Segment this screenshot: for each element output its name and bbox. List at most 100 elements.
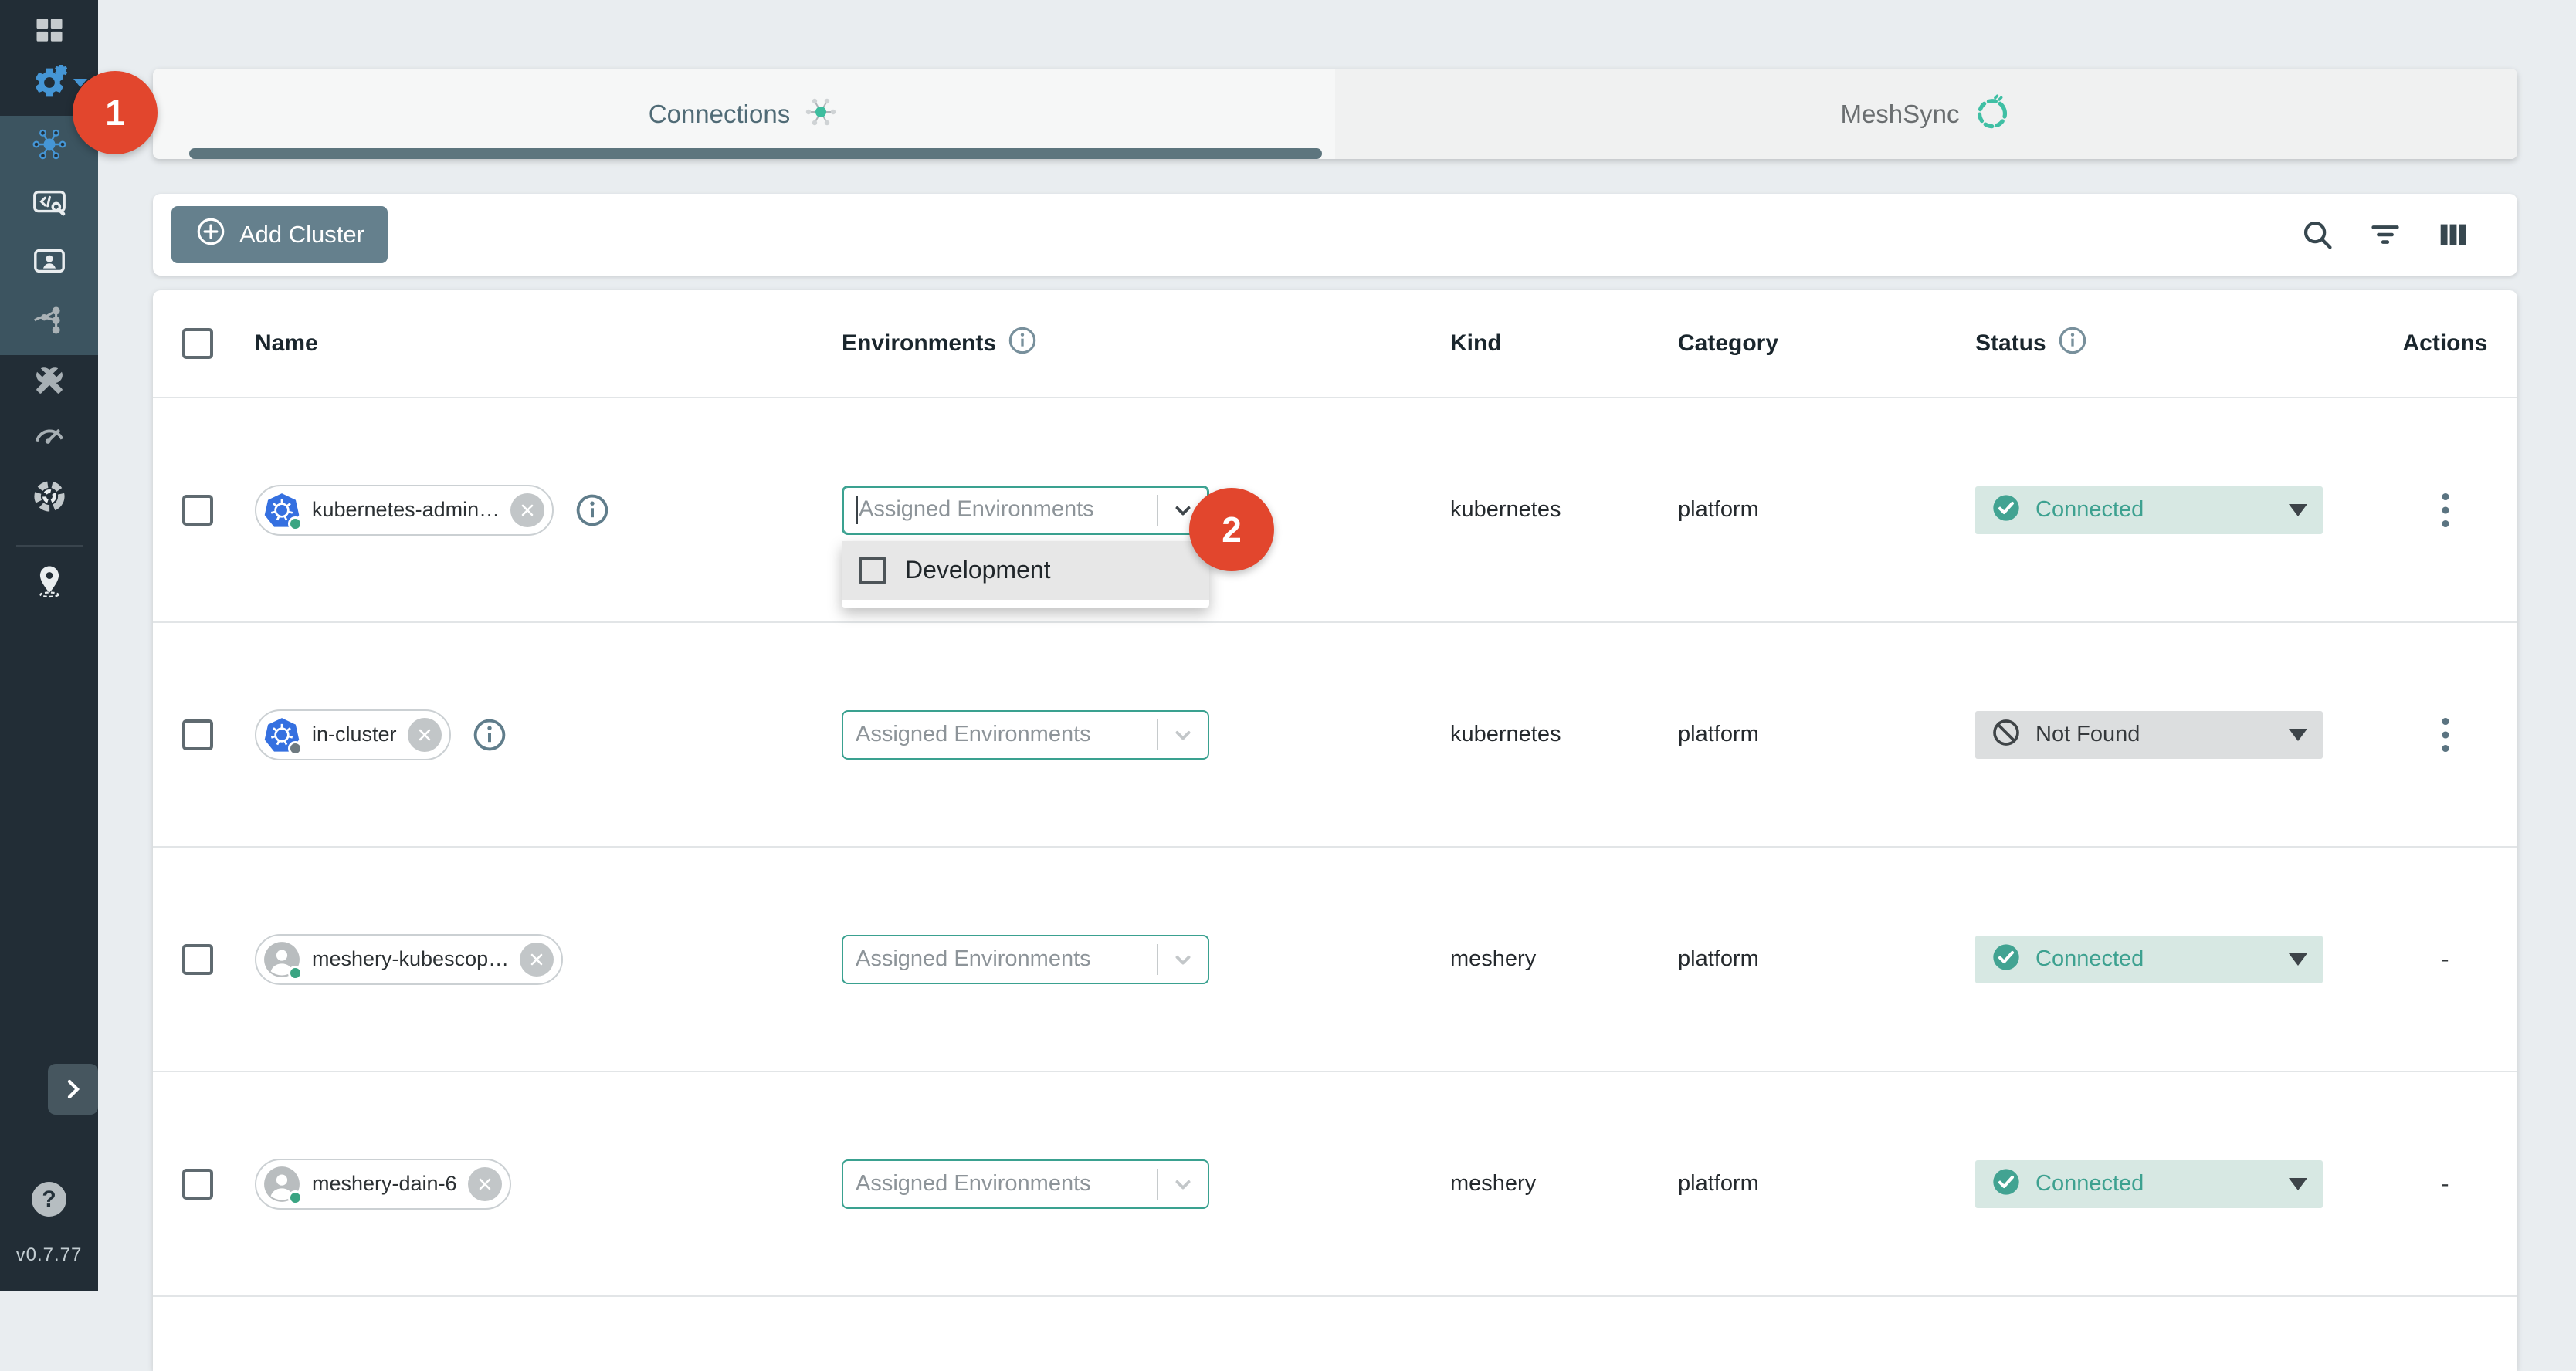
connection-chip[interactable]: meshery-dain-6	[255, 1159, 511, 1210]
check-circle-icon	[1991, 1166, 2022, 1201]
dropdown-option-development[interactable]: Development	[842, 541, 1209, 600]
status-label: Connected	[2035, 946, 2275, 972]
step-badge-1: 1	[73, 71, 158, 154]
sidebar: ? v0.7.77	[0, 0, 98, 1291]
environments-placeholder: Assigned Environments	[859, 496, 1094, 521]
kubernetes-icon	[263, 491, 301, 530]
toolbar-tools	[2298, 215, 2473, 254]
status-badge[interactable]: Connected	[1975, 486, 2323, 534]
option-checkbox[interactable]	[859, 557, 886, 584]
no-actions-dash: -	[2442, 1171, 2449, 1197]
row-actions-menu-icon[interactable]	[2428, 712, 2463, 758]
row-checkbox[interactable]	[182, 719, 213, 750]
step-badge-2: 2	[1189, 488, 1274, 571]
connection-chip[interactable]: meshery-kubescop…	[255, 934, 563, 985]
table-row: in-cluster Assigned Environments	[153, 623, 2517, 848]
select-all-checkbox[interactable]	[182, 328, 213, 359]
caret-down-icon	[2289, 1178, 2307, 1190]
select-divider	[1157, 719, 1158, 750]
connection-name: meshery-kubescop…	[312, 947, 509, 971]
plus-circle-icon	[195, 215, 227, 254]
status-header-label: Status	[1975, 330, 2046, 357]
chevron-down-icon[interactable]	[1169, 1170, 1197, 1198]
sidebar-item-extensions[interactable]	[0, 479, 98, 514]
category-cell: platform	[1678, 1171, 1975, 1197]
status-badge[interactable]: Not Found	[1975, 711, 2323, 759]
sidebar-item-service-mesh[interactable]	[0, 303, 98, 338]
sidebar-expand-button[interactable]	[48, 1064, 98, 1115]
environments-select[interactable]: Assigned Environments	[842, 935, 1209, 984]
tab-meshsync-label: MeshSync	[1840, 100, 1959, 129]
check-circle-icon	[1991, 942, 2022, 977]
not-found-icon	[1991, 717, 2022, 752]
sidebar-item-performance[interactable]	[0, 417, 98, 452]
kind-cell: kubernetes	[1450, 497, 1678, 523]
category-cell: platform	[1678, 946, 1975, 972]
environments-select[interactable]: Assigned Environments	[842, 486, 1209, 535]
tab-meshsync[interactable]: MeshSync	[1335, 69, 2517, 159]
column-header-actions[interactable]: Actions	[2373, 330, 2517, 357]
environments-select[interactable]: Assigned Environments	[842, 1159, 1209, 1209]
sidebar-item-adapters[interactable]	[0, 185, 98, 221]
row-actions-menu-icon[interactable]	[2428, 487, 2463, 533]
close-icon[interactable]	[510, 493, 544, 527]
view-columns-icon[interactable]	[2434, 215, 2473, 254]
chevron-down-icon[interactable]	[1169, 721, 1197, 749]
info-icon[interactable]	[471, 716, 508, 753]
tab-bar: Connections MeshSync	[153, 69, 2517, 159]
info-icon[interactable]	[2057, 325, 2088, 362]
sidebar-item-configuration[interactable]	[0, 363, 98, 398]
connected-dot	[288, 1190, 303, 1205]
status-badge[interactable]: Connected	[1975, 1160, 2323, 1208]
help-button[interactable]: ?	[32, 1182, 66, 1217]
status-badge[interactable]: Connected	[1975, 936, 2323, 983]
tab-connections-label: Connections	[649, 100, 790, 129]
no-actions-dash: -	[2442, 946, 2449, 973]
column-header-status[interactable]: Status	[1975, 325, 2373, 362]
table-row: meshery-dain-6 Assigned Environments mes…	[153, 1072, 2517, 1297]
row-checkbox[interactable]	[182, 495, 213, 526]
disconnected-dot	[288, 741, 303, 756]
caret-down-icon	[2289, 504, 2307, 516]
sidebar-item-profiles[interactable]	[0, 244, 98, 279]
active-tab-indicator	[189, 148, 1322, 159]
status-label: Connected	[2035, 497, 2275, 523]
row-checkbox[interactable]	[182, 1169, 213, 1200]
connection-chip[interactable]: in-cluster	[255, 709, 451, 760]
table-toolbar: Add Cluster	[153, 194, 2517, 276]
close-icon[interactable]	[468, 1167, 502, 1201]
category-cell: platform	[1678, 722, 1975, 747]
chevron-down-icon[interactable]	[1169, 946, 1197, 973]
avatar-icon	[263, 1165, 301, 1203]
info-icon[interactable]	[574, 492, 611, 529]
caret-down-icon	[2289, 953, 2307, 966]
info-icon[interactable]	[1007, 325, 1038, 362]
close-icon[interactable]	[520, 943, 554, 977]
sidebar-divider	[16, 545, 83, 547]
select-divider	[1157, 944, 1158, 975]
search-icon[interactable]	[2298, 215, 2337, 254]
environments-placeholder: Assigned Environments	[856, 946, 1091, 971]
tab-connections[interactable]: Connections	[153, 69, 1335, 159]
column-header-category[interactable]: Category	[1678, 330, 1975, 357]
filter-icon[interactable]	[2366, 215, 2405, 254]
column-header-name[interactable]: Name	[255, 330, 842, 357]
status-label: Connected	[2035, 1171, 2275, 1197]
connection-chip[interactable]: kubernetes-admin…	[255, 485, 554, 536]
connected-dot	[288, 966, 303, 980]
row-checkbox[interactable]	[182, 944, 213, 975]
table-row: meshery-kubescop… Assigned Environments …	[153, 848, 2517, 1072]
main-content: Connections MeshSync Add Cluster	[98, 0, 2576, 1291]
add-cluster-button[interactable]: Add Cluster	[171, 206, 388, 263]
caret-down-icon	[2289, 729, 2307, 741]
connection-name: in-cluster	[312, 723, 397, 746]
close-icon[interactable]	[408, 718, 442, 752]
column-header-kind[interactable]: Kind	[1450, 330, 1678, 357]
check-circle-icon	[1991, 493, 2022, 527]
environments-placeholder: Assigned Environments	[856, 1171, 1091, 1196]
column-header-environments[interactable]: Environments	[842, 325, 1450, 362]
connection-name: meshery-dain-6	[312, 1172, 457, 1196]
sidebar-item-environment-pin[interactable]	[0, 564, 98, 599]
dashboard-icon[interactable]	[0, 12, 98, 48]
environments-select[interactable]: Assigned Environments	[842, 710, 1209, 760]
